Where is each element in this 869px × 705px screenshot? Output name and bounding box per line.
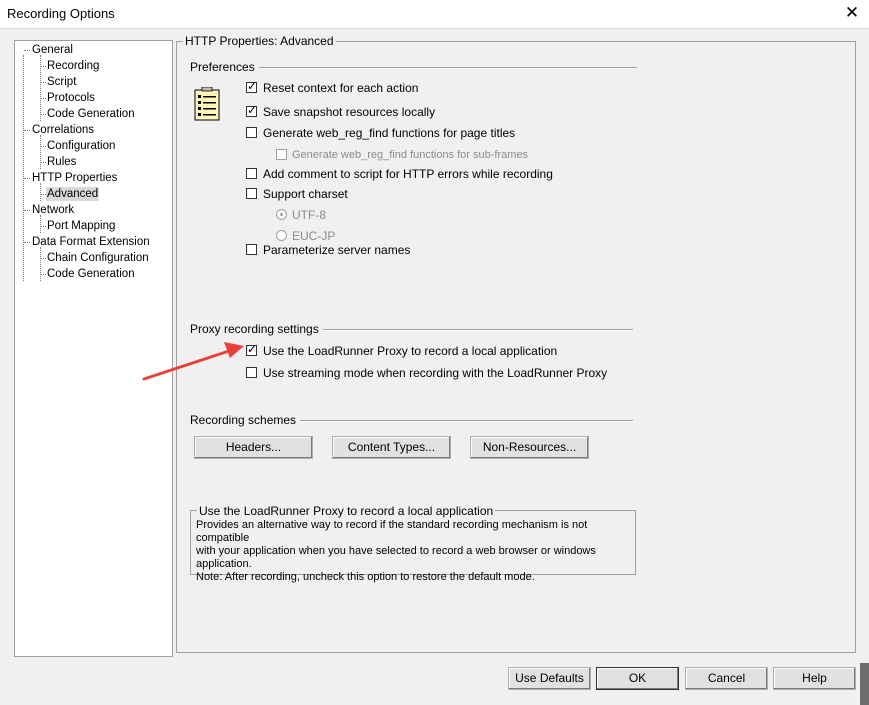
generate-sub-frames-checkbox[interactable] <box>276 149 287 160</box>
content-types-button[interactable]: Content Types... <box>332 436 451 459</box>
tree-item[interactable]: HTTP Properties <box>31 171 118 185</box>
tree-line <box>23 55 24 281</box>
tree-item[interactable]: Chain Configuration <box>46 251 150 265</box>
support-charset-checkbox[interactable] <box>246 188 257 199</box>
tree-connector <box>24 50 30 51</box>
tree-line <box>40 215 41 233</box>
tree-connector <box>24 130 30 131</box>
headers-button[interactable]: Headers... <box>194 436 313 459</box>
check-icon: ✓ <box>247 79 258 93</box>
tree-connector <box>24 242 30 243</box>
support-charset-label: Support charset <box>263 187 348 201</box>
generate-web-reg-find-checkbox[interactable] <box>246 127 257 138</box>
reset-context-label: Reset context for each action <box>263 81 419 95</box>
proxy-label: Proxy recording settings <box>190 322 323 336</box>
tree-item[interactable]: Recording <box>46 59 100 73</box>
tree-item[interactable]: Protocols <box>46 91 96 105</box>
info-text: Provides an alternative way to record if… <box>196 519 596 583</box>
tree-line <box>40 247 41 281</box>
info-title: Use the LoadRunner Proxy to record a loc… <box>197 504 496 518</box>
red-arrow-annotation <box>142 342 244 381</box>
ok-button[interactable]: OK <box>596 667 679 690</box>
generate-web-reg-find-label: Generate web_reg_find functions for page… <box>263 126 516 140</box>
use-defaults-button[interactable]: Use Defaults <box>508 667 591 690</box>
utf8-radio[interactable] <box>276 209 287 220</box>
page-title: HTTP Properties: Advanced <box>183 34 336 48</box>
reset-context-checkbox[interactable]: ✓ <box>246 79 258 93</box>
tree-item[interactable]: Rules <box>46 155 77 169</box>
streaming-mode-label: Use streaming mode when recording with t… <box>263 366 608 380</box>
tree-item[interactable]: Data Format Extension <box>31 235 151 249</box>
help-button[interactable]: Help <box>773 667 856 690</box>
tree-item[interactable]: Configuration <box>46 139 116 153</box>
background-scrollbar <box>860 663 869 705</box>
parameterize-checkbox[interactable] <box>246 244 257 255</box>
title-bar <box>0 0 869 28</box>
tree-line <box>40 55 41 121</box>
schemes-label: Recording schemes <box>190 413 301 427</box>
check-icon: ✓ <box>247 103 258 117</box>
preferences-label: Preferences <box>190 60 259 74</box>
save-snapshot-label: Save snapshot resources locally <box>263 105 436 119</box>
title-divider <box>0 28 869 29</box>
tree-line <box>40 135 41 169</box>
window-title: Recording Options <box>7 6 115 21</box>
add-comment-label: Add comment to script for HTTP errors wh… <box>263 167 553 181</box>
tree-item[interactable]: Script <box>46 75 77 89</box>
cancel-button[interactable]: Cancel <box>685 667 768 690</box>
eucjp-radio[interactable] <box>276 230 287 241</box>
tree-item[interactable]: Code Generation <box>46 267 136 281</box>
non-resources-button[interactable]: Non-Resources... <box>470 436 589 459</box>
tree-item[interactable]: General <box>31 43 74 57</box>
eucjp-label: EUC-JP <box>292 229 336 243</box>
preferences-list-icon <box>194 87 220 121</box>
parameterize-label: Parameterize server names <box>263 243 411 257</box>
use-proxy-label: Use the LoadRunner Proxy to record a loc… <box>263 344 558 358</box>
tree-line <box>40 183 41 201</box>
tree-connector <box>24 210 30 211</box>
add-comment-checkbox[interactable] <box>246 168 257 179</box>
tree-item[interactable]: Network <box>31 203 75 217</box>
close-icon[interactable]: ✕ <box>842 2 862 24</box>
save-snapshot-checkbox[interactable]: ✓ <box>246 103 258 117</box>
tree-item[interactable]: Correlations <box>31 123 95 137</box>
tree-item[interactable]: Code Generation <box>46 107 136 121</box>
tree-item[interactable]: Port Mapping <box>46 219 116 233</box>
utf8-label: UTF-8 <box>292 208 326 222</box>
radio-dot <box>280 213 283 216</box>
tree-connector <box>24 178 30 179</box>
generate-sub-frames-label: Generate web_reg_find functions for sub-… <box>292 149 529 161</box>
tree-item[interactable]: Advanced <box>46 187 100 201</box>
